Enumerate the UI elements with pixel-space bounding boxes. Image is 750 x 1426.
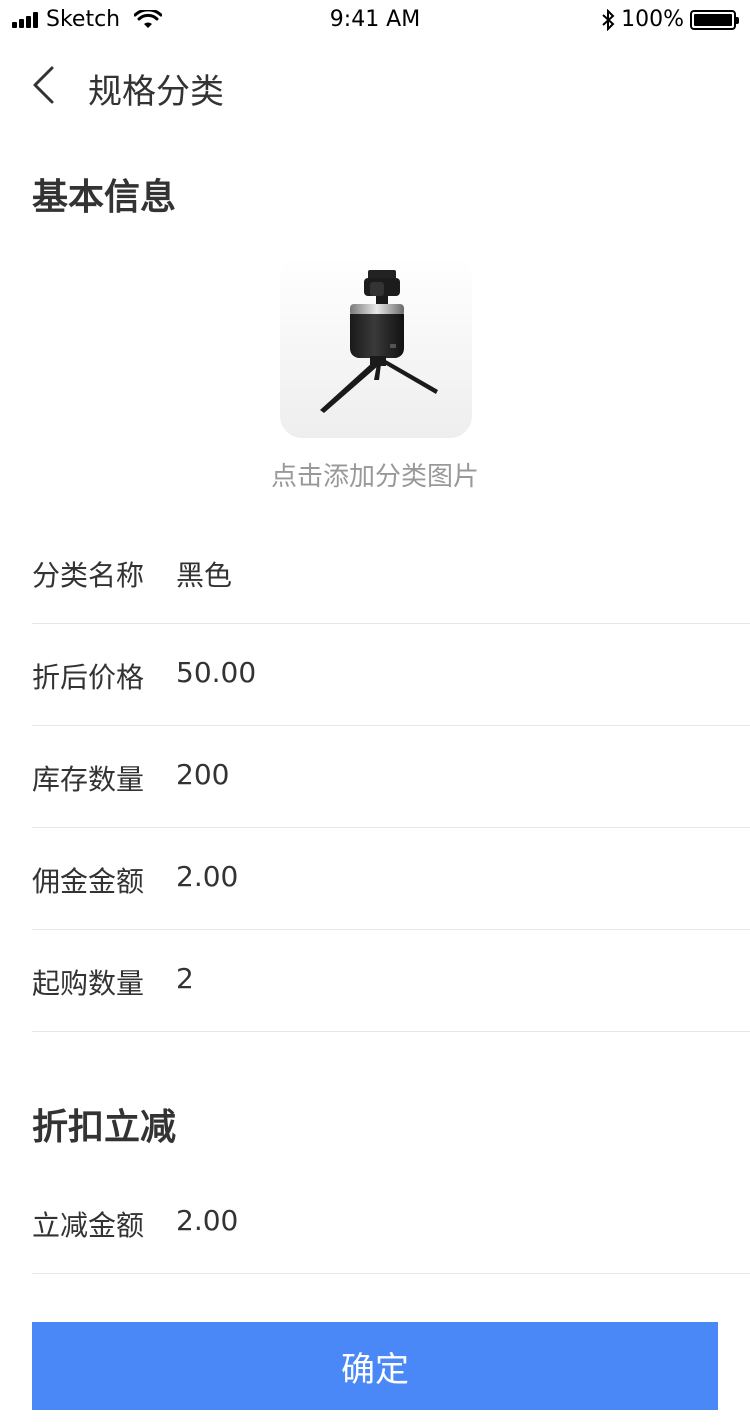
bluetooth-icon — [602, 8, 615, 31]
status-right: 100% — [601, 7, 739, 32]
form-row-category-name: 分类名称 黑色 — [32, 522, 750, 624]
page-title: 规格分类 — [88, 72, 224, 112]
field-label: 折后价格 — [32, 661, 145, 694]
form-row-discount-amount: 立减金额 2.00 — [32, 1172, 750, 1274]
nav-bar: 规格分类 — [0, 56, 750, 112]
section-title-basic-info: 基本信息 — [32, 177, 177, 218]
stock-quantity-field[interactable]: 200 — [176, 758, 676, 791]
battery-percent: 100% — [621, 7, 684, 32]
discount-amount-field[interactable]: 2.00 — [176, 1204, 676, 1237]
min-purchase-field[interactable]: 2 — [176, 962, 676, 995]
status-bar: Sketch 9:41 AM 100% — [0, 0, 750, 40]
tripod-product-image — [280, 256, 472, 438]
confirm-button[interactable]: 确定 — [32, 1322, 718, 1410]
category-image-upload[interactable] — [280, 256, 472, 438]
field-label: 佣金金额 — [32, 865, 145, 898]
field-label: 立减金额 — [32, 1209, 145, 1242]
battery-icon — [690, 9, 739, 30]
chevron-left-icon — [33, 66, 54, 104]
field-label: 分类名称 — [32, 559, 145, 592]
category-name-field[interactable]: 黑色 — [176, 554, 676, 594]
discount-price-field[interactable]: 50.00 — [176, 656, 676, 689]
section-title-discount: 折扣立减 — [32, 1107, 177, 1148]
form-row-min-purchase: 起购数量 2 — [32, 930, 750, 1032]
field-label: 起购数量 — [32, 967, 145, 1000]
photo-hint: 点击添加分类图片 — [270, 462, 479, 492]
form-row-stock-quantity: 库存数量 200 — [32, 726, 750, 828]
back-button[interactable] — [28, 62, 68, 106]
form-row-commission-amount: 佣金金额 2.00 — [32, 828, 750, 930]
field-label: 库存数量 — [32, 763, 145, 796]
form-row-discount-price: 折后价格 50.00 — [32, 624, 750, 726]
commission-amount-field[interactable]: 2.00 — [176, 860, 676, 893]
